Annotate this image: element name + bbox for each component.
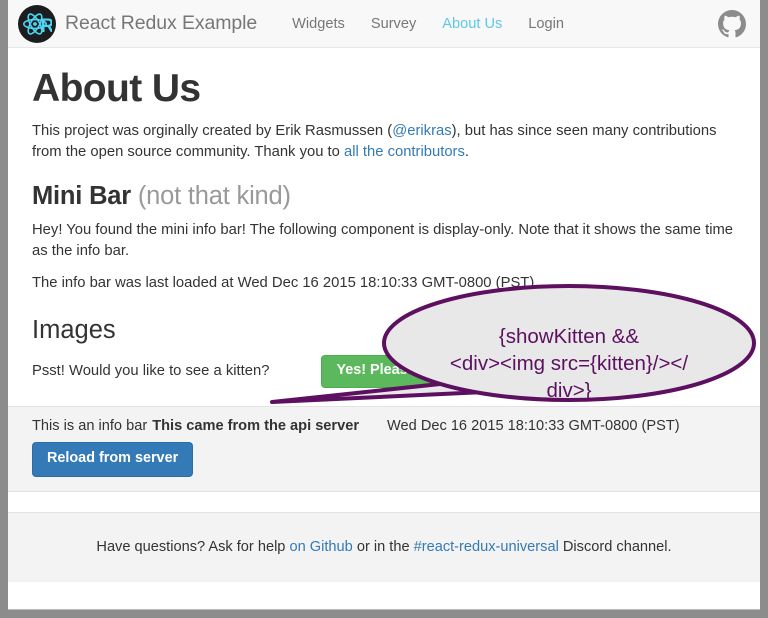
discord-channel-link[interactable]: #react-redux-universal [414,539,559,555]
nav-link-widgets[interactable]: Widgets [279,0,358,48]
react-logo-icon: R [18,4,56,43]
brand-link[interactable]: R React Redux Example [18,4,258,43]
nav-link-login[interactable]: Login [515,0,577,48]
nav-item-login[interactable]: Login [515,0,577,48]
footer-text: Have questions? Ask for help on Github o… [96,539,671,555]
main-content: About Us This project was orginally crea… [8,67,760,388]
reload-from-server-button[interactable]: Reload from server [32,441,194,477]
images-heading: Images [32,316,116,344]
contributors-link[interactable]: all the contributors [344,144,465,160]
footer-text-1: Have questions? Ask for help [96,539,290,556]
info-bar: This is an info bar This came from the a… [8,405,760,492]
kitten-question: Psst! Would you like to see a kitten? [32,363,270,380]
footer: Have questions? Ask for help on Github o… [8,511,760,582]
github-help-link[interactable]: on Github [289,539,352,555]
footer-text-3: Discord channel. [558,539,672,556]
nav-link-survey[interactable]: Survey [358,0,429,48]
nav-item-about-us[interactable]: About Us [429,0,515,48]
nav-link-about-us[interactable]: About Us [429,0,515,48]
erikras-link[interactable]: @erikras [392,123,451,139]
svg-text:R: R [41,16,53,37]
minibar-paragraph: Hey! You found the mini info bar! The fo… [32,222,734,259]
info-bar-timestamp: Wed Dec 16 2015 18:10:33 GMT-0800 (PST) [387,417,680,434]
brand-title: React Redux Example [65,12,258,34]
info-bar-strong-text: This came from the api server [152,417,360,434]
show-kitten-button[interactable]: Yes! Please! [321,355,436,388]
browser-viewport: R React Redux Example Widgets Survey Abo… [8,0,760,610]
nav-links: Widgets Survey About Us Login [279,0,577,48]
page-title: About Us [32,67,201,110]
footer-text-2: or in the [352,539,414,556]
minibar-heading-main: Mini Bar [32,182,131,210]
nav-item-survey[interactable]: Survey [358,0,429,48]
minibar-heading-small: (not that kind) [137,182,291,210]
screenshot-root: R React Redux Example Widgets Survey Abo… [0,0,768,618]
intro-text-1: This project was orginally created by Er… [32,123,393,139]
intro-text-3: . [464,144,470,160]
navbar: R React Redux Example Widgets Survey Abo… [8,0,760,48]
intro-paragraph: This project was orginally created by Er… [32,121,736,163]
kitten-row: Psst! Would you like to see a kitten? Ye… [32,355,736,388]
info-bar-line: This is an info bar This came from the a… [32,418,736,434]
info-bar-text: This is an info bar [32,417,148,434]
nav-item-widgets[interactable]: Widgets [279,0,358,48]
minibar-heading: Mini Bar (not that kind) [32,182,736,211]
minibar-loaded-time: The info bar was last loaded at Wed Dec … [32,275,535,291]
github-link[interactable] [718,9,746,38]
github-icon [718,9,746,42]
